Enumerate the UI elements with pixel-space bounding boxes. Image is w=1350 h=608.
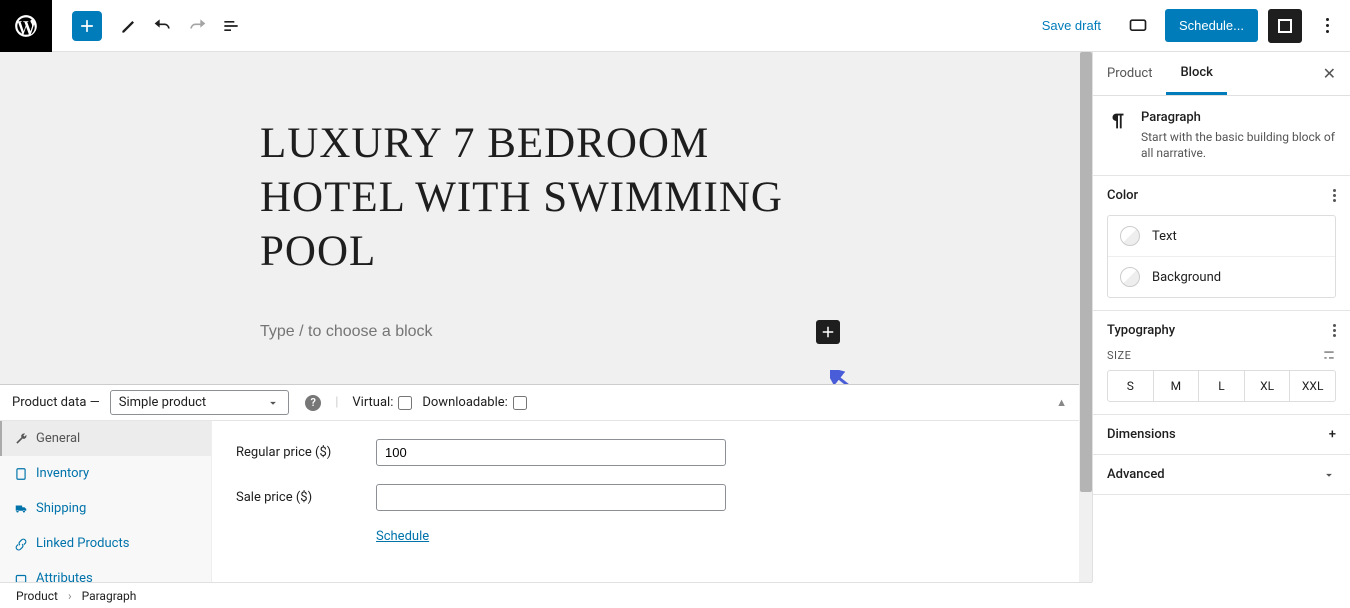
product-data-metabox: Product data — Simple product ? | Virtua…: [0, 384, 1079, 582]
collapse-metabox[interactable]: ▲: [1056, 396, 1067, 409]
scrollbar[interactable]: [1080, 52, 1092, 582]
background-color-option[interactable]: Background: [1108, 257, 1335, 297]
toggle-inserter-button[interactable]: [72, 11, 102, 41]
tab-block[interactable]: Block: [1166, 52, 1226, 95]
plus-icon: [77, 16, 97, 36]
tab-general[interactable]: General: [0, 421, 211, 456]
schedule-sale-link[interactable]: Schedule: [376, 529, 429, 544]
product-type-select[interactable]: Simple product: [110, 390, 289, 415]
virtual-checkbox[interactable]: Virtual:: [352, 395, 412, 410]
color-swatch-icon: [1120, 226, 1140, 246]
clipboard-icon: [14, 467, 28, 481]
tab-product[interactable]: Product: [1093, 52, 1166, 95]
advanced-panel[interactable]: Advanced: [1107, 467, 1336, 482]
list-icon: [221, 16, 241, 36]
dimensions-panel[interactable]: Dimensions +: [1107, 427, 1336, 442]
wordpress-logo[interactable]: [0, 0, 52, 52]
wrench-icon: [14, 432, 28, 446]
size-button-group: S M L XL XXL: [1107, 370, 1336, 402]
breadcrumb-current[interactable]: Paragraph: [82, 589, 137, 603]
schedule-button[interactable]: Schedule...: [1165, 9, 1258, 42]
block-type-name: Paragraph: [1141, 110, 1336, 125]
chevron-down-icon: [1322, 468, 1336, 482]
edit-icon: [119, 16, 139, 36]
undo-button[interactable]: [146, 9, 180, 43]
link-icon: [14, 537, 28, 551]
sale-price-input[interactable]: [376, 484, 726, 511]
close-settings-button[interactable]: ✕: [1309, 64, 1350, 83]
sliders-icon[interactable]: [1322, 348, 1336, 362]
truck-icon: [14, 502, 28, 516]
kebab-icon: [1333, 324, 1336, 337]
tab-shipping[interactable]: Shipping: [0, 491, 211, 526]
paragraph-icon: [1107, 110, 1129, 132]
regular-price-input[interactable]: [376, 439, 726, 466]
color-panel-header[interactable]: Color: [1107, 188, 1336, 203]
chevron-right-icon: ›: [68, 589, 72, 603]
tab-inventory[interactable]: Inventory: [0, 456, 211, 491]
tab-linked-products[interactable]: Linked Products: [0, 526, 211, 561]
sale-price-label: Sale price ($): [236, 490, 356, 505]
post-title[interactable]: LUXURY 7 BEDROOM HOTEL WITH SWIMMING POO…: [260, 117, 820, 278]
block-type-desc: Start with the basic building block of a…: [1141, 129, 1336, 161]
undo-icon: [153, 16, 173, 36]
size-xl[interactable]: XL: [1245, 371, 1291, 401]
plus-icon: [819, 323, 837, 341]
tools-button[interactable]: [112, 9, 146, 43]
options-button[interactable]: [1312, 18, 1342, 33]
preview-button[interactable]: [1121, 9, 1155, 43]
size-m[interactable]: M: [1154, 371, 1200, 401]
regular-price-label: Regular price ($): [236, 445, 356, 460]
typography-panel-header[interactable]: Typography: [1107, 323, 1336, 338]
size-xxl[interactable]: XXL: [1290, 371, 1335, 401]
downloadable-checkbox[interactable]: Downloadable:: [422, 395, 526, 410]
tag-icon: [14, 572, 28, 583]
breadcrumb-root[interactable]: Product: [16, 589, 58, 603]
help-icon[interactable]: ?: [305, 395, 321, 411]
tab-attributes[interactable]: Attributes: [0, 561, 211, 582]
list-view-button[interactable]: [214, 9, 248, 43]
save-draft-button[interactable]: Save draft: [1032, 10, 1111, 41]
product-data-label: Product data —: [12, 395, 100, 410]
add-block-button[interactable]: [816, 320, 840, 344]
plus-icon: +: [1329, 427, 1336, 442]
size-s[interactable]: S: [1108, 371, 1154, 401]
size-l[interactable]: L: [1199, 371, 1245, 401]
settings-sidebar: Product Block ✕ Paragraph Start with the…: [1092, 52, 1350, 582]
color-swatch-icon: [1120, 267, 1140, 287]
redo-icon: [187, 16, 207, 36]
preview-icon: [1128, 16, 1148, 36]
redo-button[interactable]: [180, 9, 214, 43]
text-color-option[interactable]: Text: [1108, 216, 1335, 257]
block-appender-input[interactable]: [260, 323, 816, 341]
sidebar-icon: [1278, 19, 1292, 33]
chevron-down-icon: [266, 396, 280, 410]
product-tabs: General Inventory Shipping Linked Produc…: [0, 421, 212, 582]
kebab-icon: [1333, 189, 1336, 202]
wordpress-icon: [13, 13, 39, 39]
size-label: Size: [1107, 349, 1131, 362]
editor-canvas: LUXURY 7 BEDROOM HOTEL WITH SWIMMING POO…: [0, 52, 1092, 582]
top-toolbar: Save draft Schedule...: [0, 0, 1350, 52]
breadcrumb: Product › Paragraph: [0, 582, 1092, 608]
settings-toggle-button[interactable]: [1268, 9, 1302, 43]
